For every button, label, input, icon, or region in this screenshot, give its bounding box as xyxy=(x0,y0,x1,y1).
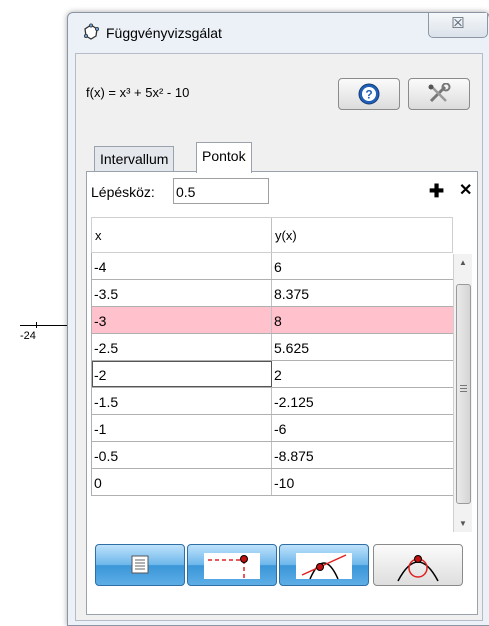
scroll-up-arrow-icon[interactable]: ▲ xyxy=(454,254,472,271)
cell-x[interactable]: 0 xyxy=(92,469,272,495)
table-row[interactable]: -1 -6 xyxy=(91,415,453,442)
step-label: Lépésköz: xyxy=(91,184,155,200)
table-row[interactable]: -4 6 xyxy=(91,253,453,280)
osculating-circle-button[interactable] xyxy=(373,544,463,586)
svg-text:?: ? xyxy=(365,88,372,102)
tools-icon xyxy=(428,83,451,103)
function-inspector-window: Függvényvizsgálat ☒ f(x) = x³ + 5x² - 10… xyxy=(67,12,489,626)
cell-x[interactable]: -4 xyxy=(92,253,272,279)
cell-x[interactable]: -0.5 xyxy=(92,442,272,468)
osculating-circle-icon xyxy=(397,555,439,582)
table-scrollbar[interactable]: ▲ ▼ xyxy=(453,254,472,532)
table-row[interactable]: -1.5 -2.125 xyxy=(91,388,453,415)
scroll-thumb[interactable] xyxy=(456,284,471,504)
cell-yx[interactable]: -2.125 xyxy=(272,388,452,414)
remove-row-icon[interactable]: ✕ xyxy=(459,182,472,200)
tab-pontok[interactable]: Pontok xyxy=(196,142,252,173)
column-header-x[interactable]: x xyxy=(92,218,272,252)
cell-yx[interactable]: 2 xyxy=(272,361,452,387)
cell-yx[interactable]: -6 xyxy=(272,415,452,441)
step-input[interactable]: 0.5 xyxy=(173,178,269,204)
add-row-icon[interactable]: ✚ xyxy=(429,182,444,200)
table-row[interactable]: -3 8 xyxy=(91,307,453,334)
table-mode-button[interactable] xyxy=(95,544,185,586)
tab-intervallum[interactable]: Intervallum xyxy=(94,146,175,171)
graph-axis-tick xyxy=(36,322,37,328)
table-body: -4 6 -3.5 8.375 -3 8 -2.5 5.625 -2 2 -1.5 -2.125 -1-… xyxy=(91,253,453,496)
table-icon xyxy=(131,555,149,574)
grip-icon xyxy=(460,385,467,393)
scroll-down-arrow-icon[interactable]: ▼ xyxy=(454,515,472,532)
dialog-body: f(x) = x³ + 5x² - 10 ? Intervallum Ponto… xyxy=(75,53,483,621)
cell-yx[interactable]: -8.875 xyxy=(272,442,452,468)
help-icon: ? xyxy=(358,83,380,105)
cell-x[interactable]: -2 xyxy=(92,361,272,387)
cell-x[interactable]: -1.5 xyxy=(92,388,272,414)
table-row[interactable]: -2.5 5.625 xyxy=(91,334,453,361)
title-bar[interactable]: Függvényvizsgálat ☒ xyxy=(68,13,489,49)
table-row[interactable]: -0.5 -8.875 xyxy=(91,442,453,469)
table-row[interactable]: -2 2 xyxy=(91,361,453,388)
points-table: x y(x) -4 6 -3.5 8.375 -3 8 -2.5 5.625 -2 2 -1.5 -2… xyxy=(91,217,453,496)
table-row[interactable]: -3.5 8.375 xyxy=(91,280,453,307)
function-label: f(x) = x³ + 5x² - 10 xyxy=(86,85,190,100)
window-title: Függvényvizsgálat xyxy=(106,25,222,41)
points-panel: Lépésköz: 0.5 ✚ ✕ x y(x) -4 6 -3.5 8.375 -3 8… xyxy=(86,171,478,615)
cell-x[interactable]: -3.5 xyxy=(92,280,272,306)
tools-button[interactable] xyxy=(408,78,470,110)
column-header-yx[interactable]: y(x) xyxy=(272,218,452,252)
cell-yx[interactable]: 8 xyxy=(272,307,452,333)
cell-yx[interactable]: -10 xyxy=(272,469,452,495)
table-header: x y(x) xyxy=(91,217,453,253)
point-trace-icon xyxy=(204,553,260,579)
point-trace-button[interactable] xyxy=(187,544,277,586)
graph-axis xyxy=(20,325,70,326)
table-row[interactable]: 0 -10 xyxy=(91,469,453,496)
app-icon xyxy=(84,23,99,40)
cell-yx[interactable]: 8.375 xyxy=(272,280,452,306)
tangent-icon xyxy=(296,553,352,580)
close-button[interactable]: ☒ xyxy=(428,13,488,38)
cell-x[interactable]: -2.5 xyxy=(92,334,272,360)
tangent-button[interactable] xyxy=(279,544,369,586)
cell-yx[interactable]: 5.625 xyxy=(272,334,452,360)
cell-x[interactable]: -3 xyxy=(92,307,272,333)
cell-yx[interactable]: 6 xyxy=(272,253,452,279)
close-icon: ☒ xyxy=(451,15,465,32)
help-button[interactable]: ? xyxy=(338,78,400,110)
cell-x[interactable]: -1 xyxy=(92,415,272,441)
graph-axis-label: -24 xyxy=(20,330,36,342)
